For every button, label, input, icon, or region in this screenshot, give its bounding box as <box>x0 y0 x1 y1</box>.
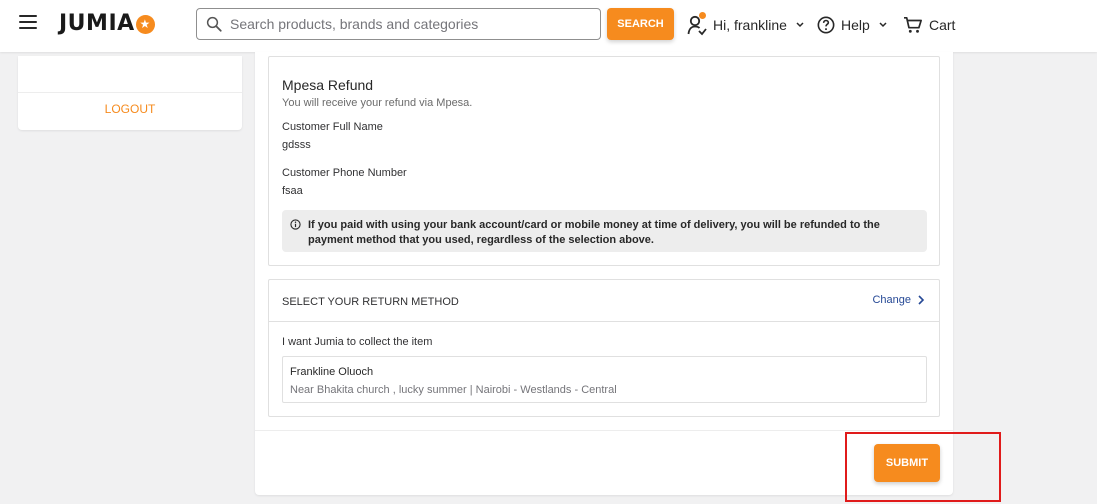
cart-icon <box>904 16 922 33</box>
help-icon <box>817 16 835 34</box>
cart-label: Cart <box>929 17 956 33</box>
top-header: JUMIA★ SEARCH Hi, frankline Help <box>0 0 1097 52</box>
search-input[interactable] <box>230 9 596 39</box>
chevron-down-icon <box>879 22 887 28</box>
divider <box>18 92 242 93</box>
collection-option-text: I want Jumia to collect the item <box>282 336 433 348</box>
highlight-box <box>845 432 1001 502</box>
refund-info-text: If you paid with using your bank account… <box>308 219 880 246</box>
account-label: Hi, frankline <box>713 17 787 33</box>
pickup-address-box: Frankline Oluoch Near Bhakita church , l… <box>282 356 927 403</box>
info-icon <box>290 219 301 230</box>
account-menu[interactable]: Hi, frankline <box>687 12 805 38</box>
search-icon <box>206 16 222 32</box>
divider <box>255 430 953 431</box>
help-menu[interactable]: Help <box>817 12 888 38</box>
refund-method-section: Mpesa Refund You will receive your refun… <box>268 56 940 266</box>
search-button[interactable]: SEARCH <box>607 8 674 40</box>
return-method-heading: SELECT YOUR RETURN METHOD <box>282 296 459 308</box>
customer-name-value: gdsss <box>282 139 311 151</box>
logout-button[interactable]: LOGOUT <box>18 102 242 116</box>
logo-star-icon: ★ <box>135 15 155 34</box>
refund-title: Mpesa Refund <box>282 77 374 93</box>
chevron-down-icon <box>796 22 804 28</box>
account-sidebar: LOGOUT <box>18 56 242 130</box>
return-method-section: SELECT YOUR RETURN METHOD Change I want … <box>268 279 940 417</box>
help-label: Help <box>841 17 870 33</box>
menu-icon[interactable] <box>19 15 37 29</box>
logo-text: JUMIA <box>59 11 135 36</box>
customer-name-label: Customer Full Name <box>282 121 383 133</box>
return-form-card: Mpesa Refund You will receive your refun… <box>255 52 953 495</box>
refund-subtitle: You will receive your refund via Mpesa. <box>282 97 473 109</box>
search-box <box>196 8 601 40</box>
address-line: Near Bhakita church , lucky summer | Nai… <box>290 384 617 396</box>
address-name: Frankline Oluoch <box>290 366 374 378</box>
refund-info-notice: If you paid with using your bank account… <box>282 210 927 252</box>
change-return-method-link[interactable]: Change <box>872 294 927 306</box>
notification-dot <box>699 12 706 19</box>
customer-phone-value: fsaa <box>282 185 303 197</box>
divider <box>269 321 939 322</box>
cart-link[interactable]: Cart <box>903 12 955 38</box>
jumia-logo[interactable]: JUMIA ★ <box>59 11 155 36</box>
change-label: Change <box>872 294 911 306</box>
chevron-right-icon <box>918 295 925 305</box>
customer-phone-label: Customer Phone Number <box>282 167 407 179</box>
